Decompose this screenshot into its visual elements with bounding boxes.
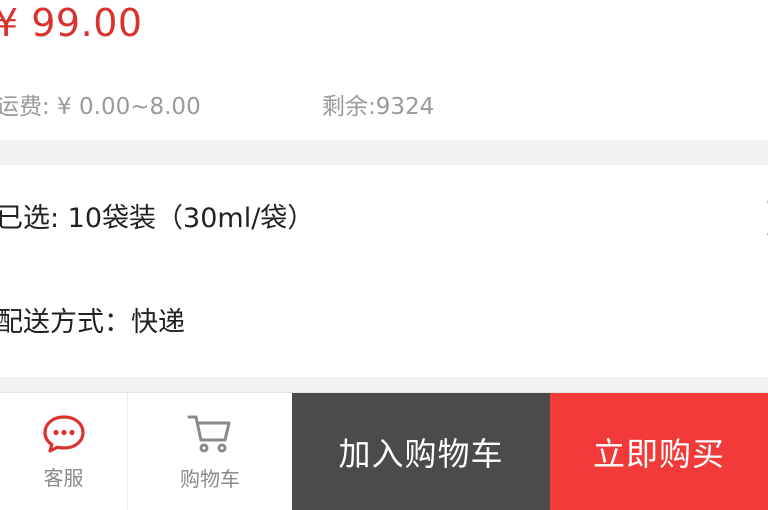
delivery-method-row: 配送方式：快递 — [0, 307, 185, 338]
chevron-right-icon[interactable] — [750, 199, 768, 237]
add-to-cart-button[interactable]: 加入购物车 — [292, 393, 550, 510]
selected-spec-row[interactable]: 已选: 10袋装（30ml/袋） — [0, 199, 314, 239]
options-section: 已选: 10袋装（30ml/袋） 配送方式：快递 — [0, 165, 768, 377]
shipping-fee: 运费: ¥ 0.00~8.00 — [0, 94, 201, 120]
customer-service-button[interactable]: 客服 — [0, 393, 128, 510]
price-section: ¥ 99.00 运费: ¥ 0.00~8.00 剩余:9324 — [0, 0, 768, 140]
chat-bubble-icon — [42, 414, 85, 453]
shopping-cart-icon — [187, 415, 231, 452]
cart-label: 购物车 — [180, 466, 240, 491]
buy-now-button[interactable]: 立即购买 — [550, 393, 768, 510]
stock-remaining: 剩余:9324 — [322, 94, 435, 120]
product-price: ¥ 99.00 — [0, 1, 143, 45]
bottom-action-bar: 客服 购物车 加入购物车 立即购买 — [0, 392, 768, 510]
cart-button[interactable]: 购物车 — [128, 393, 292, 510]
customer-service-label: 客服 — [43, 465, 84, 490]
